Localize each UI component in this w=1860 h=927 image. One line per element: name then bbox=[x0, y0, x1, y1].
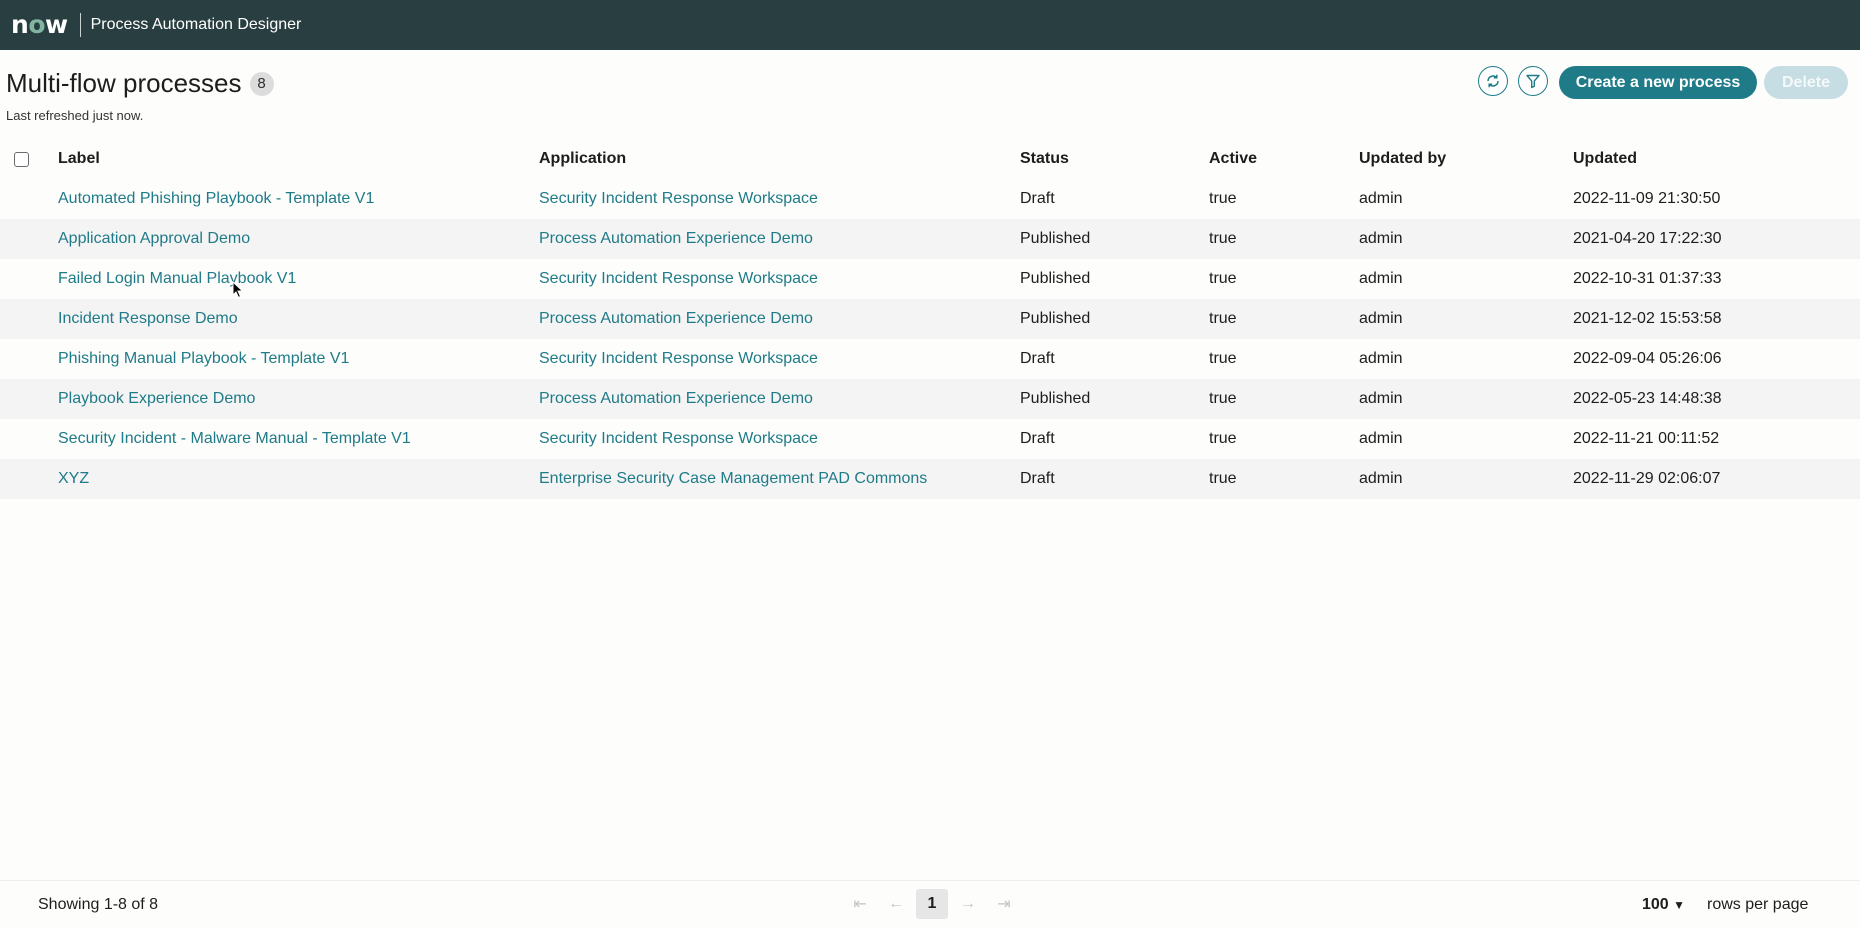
updated-by-cell: admin bbox=[1359, 350, 1403, 367]
active-cell: true bbox=[1209, 470, 1237, 487]
mouse-cursor-icon bbox=[232, 281, 244, 299]
application-link[interactable]: Security Incident Response Workspace bbox=[539, 419, 818, 459]
pager: ⇤ ← 1 → ⇥ bbox=[842, 889, 1022, 919]
column-header-active[interactable]: Active bbox=[1209, 139, 1257, 179]
create-process-button[interactable]: Create a new process bbox=[1559, 66, 1757, 99]
table-row[interactable]: Failed Login Manual Playbook V1 Security… bbox=[0, 259, 1860, 299]
delete-button[interactable]: Delete bbox=[1764, 66, 1848, 99]
active-cell: true bbox=[1209, 390, 1237, 407]
first-page-icon[interactable]: ⇤ bbox=[842, 894, 878, 914]
updated-cell: 2022-10-31 01:37:33 bbox=[1573, 270, 1722, 287]
process-label-link[interactable]: Incident Response Demo bbox=[58, 299, 238, 339]
updated-cell: 2022-11-21 00:11:52 bbox=[1573, 430, 1720, 447]
application-link[interactable]: Security Incident Response Workspace bbox=[539, 259, 818, 299]
status-cell: Published bbox=[1020, 310, 1091, 327]
status-cell: Published bbox=[1020, 230, 1091, 247]
status-cell: Draft bbox=[1020, 350, 1055, 367]
table-row[interactable]: XYZ Enterprise Security Case Management … bbox=[0, 459, 1860, 499]
active-cell: true bbox=[1209, 270, 1237, 287]
column-header-updated[interactable]: Updated bbox=[1573, 139, 1637, 179]
updated-by-cell: admin bbox=[1359, 190, 1403, 207]
updated-cell: 2021-04-20 17:22:30 bbox=[1573, 230, 1722, 247]
active-cell: true bbox=[1209, 310, 1237, 327]
updated-cell: 2022-11-09 21:30:50 bbox=[1573, 190, 1721, 207]
column-header-label[interactable]: Label bbox=[58, 139, 100, 179]
process-label-link[interactable]: Playbook Experience Demo bbox=[58, 379, 255, 419]
column-header-application[interactable]: Application bbox=[539, 139, 626, 179]
updated-cell: 2022-05-23 14:48:38 bbox=[1573, 390, 1722, 407]
application-link[interactable]: Security Incident Response Workspace bbox=[539, 179, 818, 219]
filter-button[interactable] bbox=[1518, 66, 1548, 96]
processes-table: Label Application Status Active Updated … bbox=[0, 139, 1860, 499]
process-label-link[interactable]: XYZ bbox=[58, 459, 89, 499]
status-cell: Draft bbox=[1020, 470, 1055, 487]
updated-by-cell: admin bbox=[1359, 390, 1403, 407]
active-cell: true bbox=[1209, 190, 1237, 207]
application-link[interactable]: Enterprise Security Case Management PAD … bbox=[539, 459, 927, 499]
table-row[interactable]: Application Approval Demo Process Automa… bbox=[0, 219, 1860, 259]
status-cell: Published bbox=[1020, 390, 1091, 407]
updated-by-cell: admin bbox=[1359, 270, 1403, 287]
filter-icon bbox=[1526, 74, 1540, 89]
header-divider bbox=[79, 13, 81, 37]
page-title: Multi-flow processes bbox=[6, 68, 242, 98]
table-row[interactable]: Security Incident - Malware Manual - Tem… bbox=[0, 419, 1860, 459]
refresh-button[interactable] bbox=[1478, 66, 1508, 96]
status-cell: Draft bbox=[1020, 430, 1055, 447]
process-label-link[interactable]: Application Approval Demo bbox=[58, 219, 250, 259]
current-page-button[interactable]: 1 bbox=[916, 889, 948, 919]
column-header-updated-by[interactable]: Updated by bbox=[1359, 139, 1446, 179]
last-refreshed-text: Last refreshed just now. bbox=[6, 108, 144, 123]
previous-page-icon[interactable]: ← bbox=[878, 895, 914, 913]
showing-count: Showing 1-8 of 8 bbox=[38, 896, 159, 913]
active-cell: true bbox=[1209, 430, 1237, 447]
page-title-wrapper: Multi-flow processes 8 bbox=[6, 68, 274, 99]
updated-by-cell: admin bbox=[1359, 230, 1403, 247]
application-link[interactable]: Security Incident Response Workspace bbox=[539, 339, 818, 379]
updated-by-cell: admin bbox=[1359, 430, 1403, 447]
application-link[interactable]: Process Automation Experience Demo bbox=[539, 379, 813, 419]
process-label-link[interactable]: Failed Login Manual Playbook V1 bbox=[58, 259, 296, 299]
status-cell: Draft bbox=[1020, 190, 1055, 207]
rows-per-page-select[interactable]: 100 ▼ bbox=[1642, 896, 1685, 914]
updated-by-cell: admin bbox=[1359, 310, 1403, 327]
process-label-link[interactable]: Security Incident - Malware Manual - Tem… bbox=[58, 419, 411, 459]
top-navigation-bar: now Process Automation Designer bbox=[0, 0, 1860, 50]
next-page-icon[interactable]: → bbox=[950, 895, 986, 913]
table-row[interactable]: Phishing Manual Playbook - Template V1 S… bbox=[0, 339, 1860, 379]
table-header-row: Label Application Status Active Updated … bbox=[0, 139, 1860, 179]
active-cell: true bbox=[1209, 230, 1237, 247]
app-title: Process Automation Designer bbox=[90, 16, 302, 33]
column-header-status[interactable]: Status bbox=[1020, 139, 1069, 179]
select-all-checkbox[interactable] bbox=[14, 152, 29, 167]
process-label-link[interactable]: Automated Phishing Playbook - Template V… bbox=[58, 179, 374, 219]
application-link[interactable]: Process Automation Experience Demo bbox=[539, 299, 813, 339]
count-badge: 8 bbox=[249, 71, 274, 96]
table-row[interactable]: Playbook Experience Demo Process Automat… bbox=[0, 379, 1860, 419]
application-link[interactable]: Process Automation Experience Demo bbox=[539, 219, 813, 259]
table-row[interactable]: Automated Phishing Playbook - Template V… bbox=[0, 179, 1860, 219]
status-cell: Published bbox=[1020, 270, 1091, 287]
rows-per-page-label: rows per page bbox=[1707, 896, 1809, 913]
updated-by-cell: admin bbox=[1359, 470, 1403, 487]
updated-cell: 2022-09-04 05:26:06 bbox=[1573, 350, 1722, 367]
chevron-down-icon: ▼ bbox=[1673, 898, 1686, 912]
table-row[interactable]: Incident Response Demo Process Automatio… bbox=[0, 299, 1860, 339]
pagination-footer: Showing 1-8 of 8 ⇤ ← 1 → ⇥ 100 ▼ rows pe… bbox=[0, 880, 1860, 927]
updated-cell: 2021-12-02 15:53:58 bbox=[1573, 310, 1722, 327]
active-cell: true bbox=[1209, 350, 1237, 367]
updated-cell: 2022-11-29 02:06:07 bbox=[1573, 470, 1721, 487]
rows-per-page-value: 100 bbox=[1642, 896, 1669, 913]
refresh-icon bbox=[1487, 74, 1499, 88]
process-label-link[interactable]: Phishing Manual Playbook - Template V1 bbox=[58, 339, 349, 379]
last-page-icon[interactable]: ⇥ bbox=[986, 894, 1022, 914]
now-logo[interactable]: now bbox=[11, 0, 68, 50]
